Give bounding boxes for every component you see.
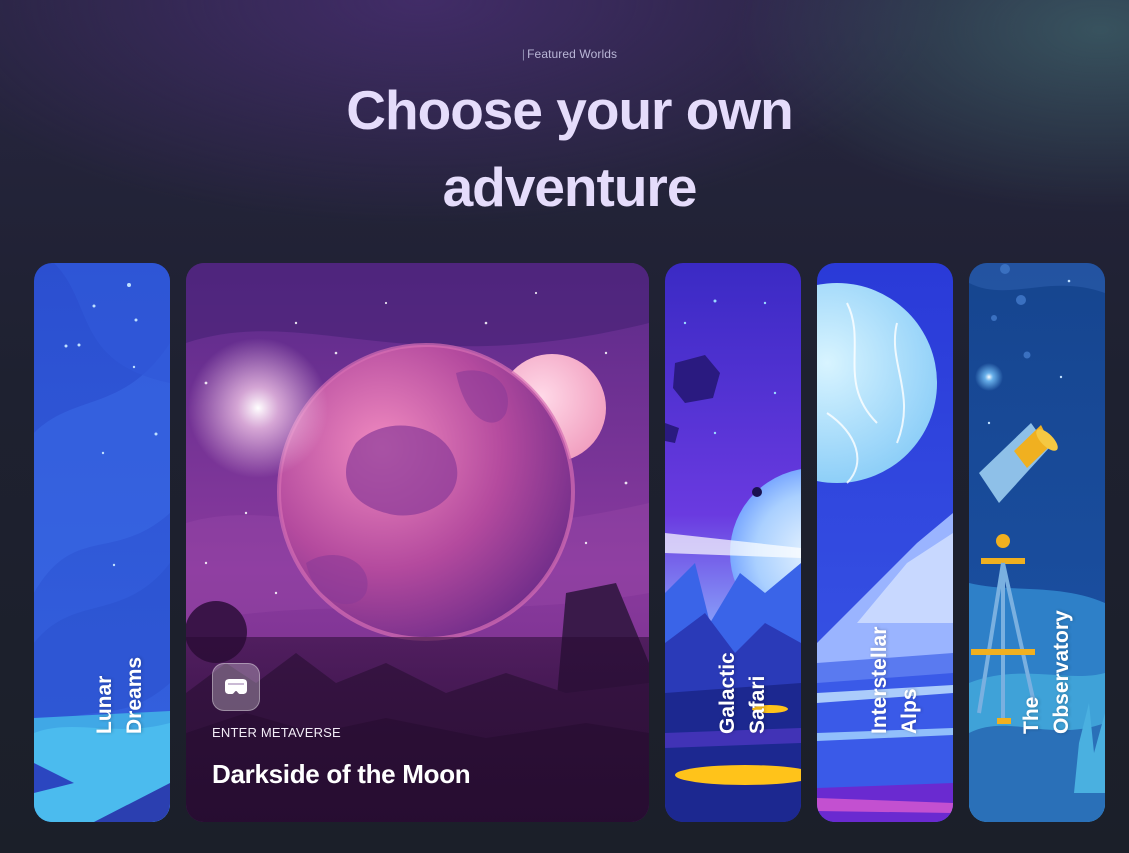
interstellar-alps-title-line-1: Interstellar: [868, 626, 891, 734]
vr-headset-icon: [225, 679, 247, 694]
world-card-the-observatory[interactable]: The Observatory: [969, 263, 1105, 822]
observatory-title-line-1: The: [1020, 696, 1043, 734]
world-card-interstellar-alps[interactable]: Interstellar Alps: [817, 263, 953, 822]
lunar-dreams-illustration: [34, 263, 170, 822]
darkside-title: Darkside of the Moon: [212, 759, 471, 789]
lunar-dreams-title-line-1: Lunar: [93, 675, 116, 734]
interstellar-alps-title-line-2: Alps: [898, 688, 921, 734]
page-title: Choose your own adventure: [0, 72, 1129, 226]
headline-line-2: adventure: [442, 156, 698, 218]
galactic-safari-title-line-1: Galactic: [716, 652, 739, 734]
enter-metaverse-label[interactable]: ENTER METAVERSE: [212, 725, 341, 740]
interstellar-alps-illustration: [817, 263, 953, 822]
observatory-illustration: [969, 263, 1105, 822]
section-eyebrow: | Featured Worlds: [521, 47, 618, 61]
lunar-dreams-title-line-2: Dreams: [123, 656, 146, 734]
world-card-galactic-safari[interactable]: Galactic Safari: [665, 263, 801, 822]
galactic-safari-title-line-2: Safari: [746, 675, 769, 734]
headline-line-1: Choose your own: [346, 79, 793, 141]
observatory-title-line-2: Observatory: [1050, 610, 1073, 734]
galactic-safari-illustration: [665, 263, 801, 822]
world-card-darkside-of-the-moon[interactable]: ENTER METAVERSE Darkside of the Moon: [186, 263, 649, 822]
world-card-lunar-dreams[interactable]: Lunar Dreams: [34, 263, 170, 822]
vr-headset-badge[interactable]: [212, 663, 260, 711]
eyebrow-label: Featured Worlds: [527, 47, 618, 61]
